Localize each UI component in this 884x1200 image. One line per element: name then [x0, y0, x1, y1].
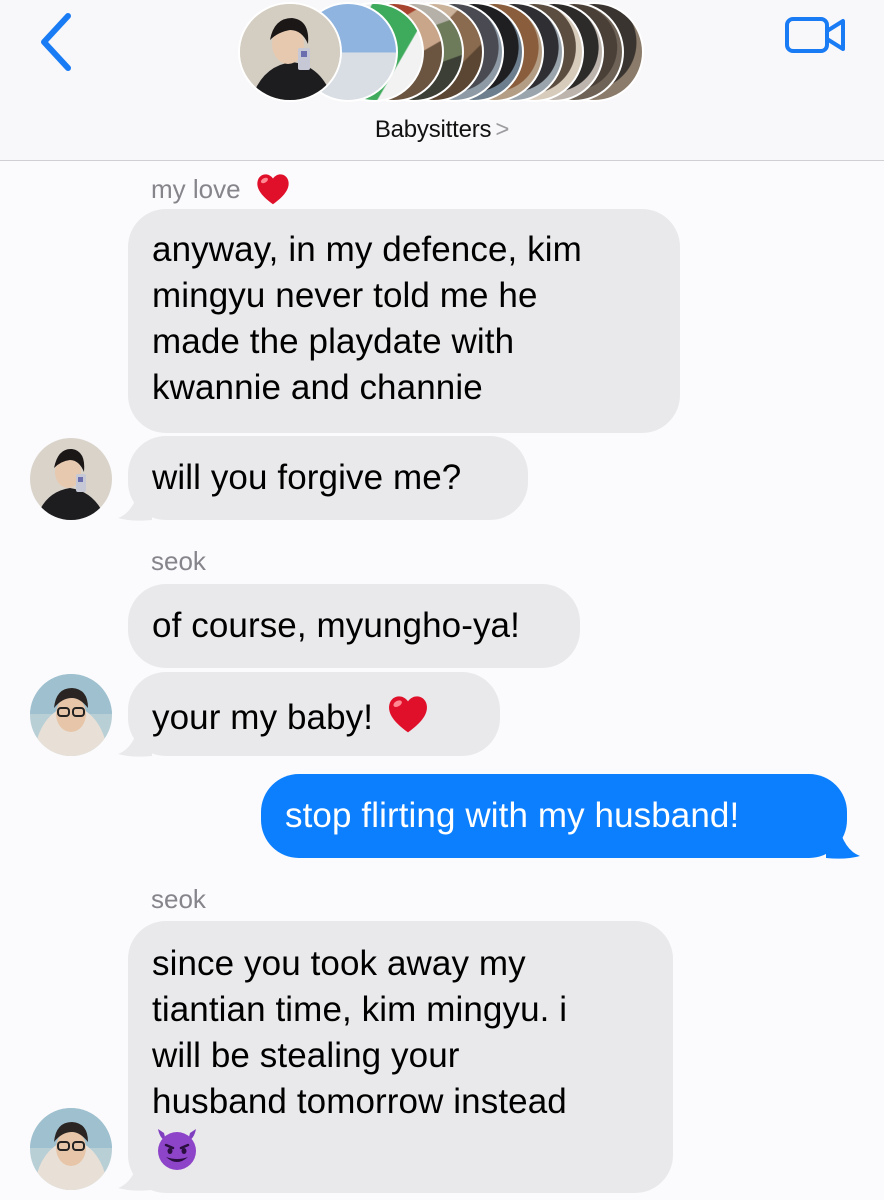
message-line: since you took away my	[152, 944, 526, 983]
bubble-tail	[118, 1156, 152, 1191]
message-line: will be stealing your	[152, 1036, 460, 1075]
message-bubble[interactable]: your my baby!	[128, 672, 500, 756]
message-line: of course, myungho-ya!	[152, 606, 520, 645]
sender-label: seok	[151, 546, 206, 577]
group-avatar-stack[interactable]	[238, 2, 648, 104]
avatar[interactable]	[30, 438, 112, 520]
message-bubble[interactable]: will you forgive me?	[128, 436, 528, 520]
bubble-tail	[826, 824, 860, 859]
sender-name: seok	[151, 546, 206, 576]
message-line: will you forgive me?	[152, 458, 462, 497]
heart-emoji-icon	[388, 696, 427, 733]
sender-name: seok	[151, 884, 206, 914]
bubble-tail	[118, 486, 152, 521]
message-bubble[interactable]: of course, myungho-ya!	[128, 584, 580, 668]
chevron-right-icon: >	[495, 116, 510, 143]
message-line: made the playdate with	[152, 322, 515, 361]
group-name-button[interactable]: Babysitters >	[0, 116, 884, 144]
message-bubble-outgoing[interactable]: stop flirting with my husband!	[261, 774, 847, 858]
message-line: kwannie and channie	[152, 368, 483, 407]
message-bubble[interactable]: anyway, in my defence, kim mingyu never …	[128, 209, 680, 433]
message-line: husband tomorrow instead	[152, 1082, 567, 1121]
message-line: your my baby!	[152, 698, 374, 737]
message-bubble[interactable]: since you took away my tiantian time, ki…	[128, 921, 673, 1193]
video-call-button[interactable]	[784, 12, 848, 56]
avatar[interactable]	[30, 1108, 112, 1190]
sender-label: seok	[151, 884, 206, 915]
message-line: anyway, in my defence, kim	[152, 230, 582, 269]
video-camera-icon	[785, 17, 845, 53]
message-line: stop flirting with my husband!	[285, 796, 740, 835]
sender-name: my love	[151, 174, 241, 204]
bubble-tail	[118, 722, 152, 757]
group-name-label: Babysitters	[374, 116, 492, 143]
message-line: tiantian time, kim mingyu. i	[152, 990, 568, 1029]
heart-emoji-icon	[257, 174, 289, 205]
smiling-devil-emoji-icon	[158, 1129, 196, 1170]
sender-label: my love	[151, 170, 292, 208]
avatar[interactable]	[30, 674, 112, 756]
back-button[interactable]	[34, 12, 82, 72]
chevron-left-icon	[41, 13, 71, 71]
message-line: mingyu never told me he	[152, 276, 538, 315]
group-member-avatar	[238, 2, 342, 102]
conversation-header: Babysitters >	[0, 0, 884, 161]
